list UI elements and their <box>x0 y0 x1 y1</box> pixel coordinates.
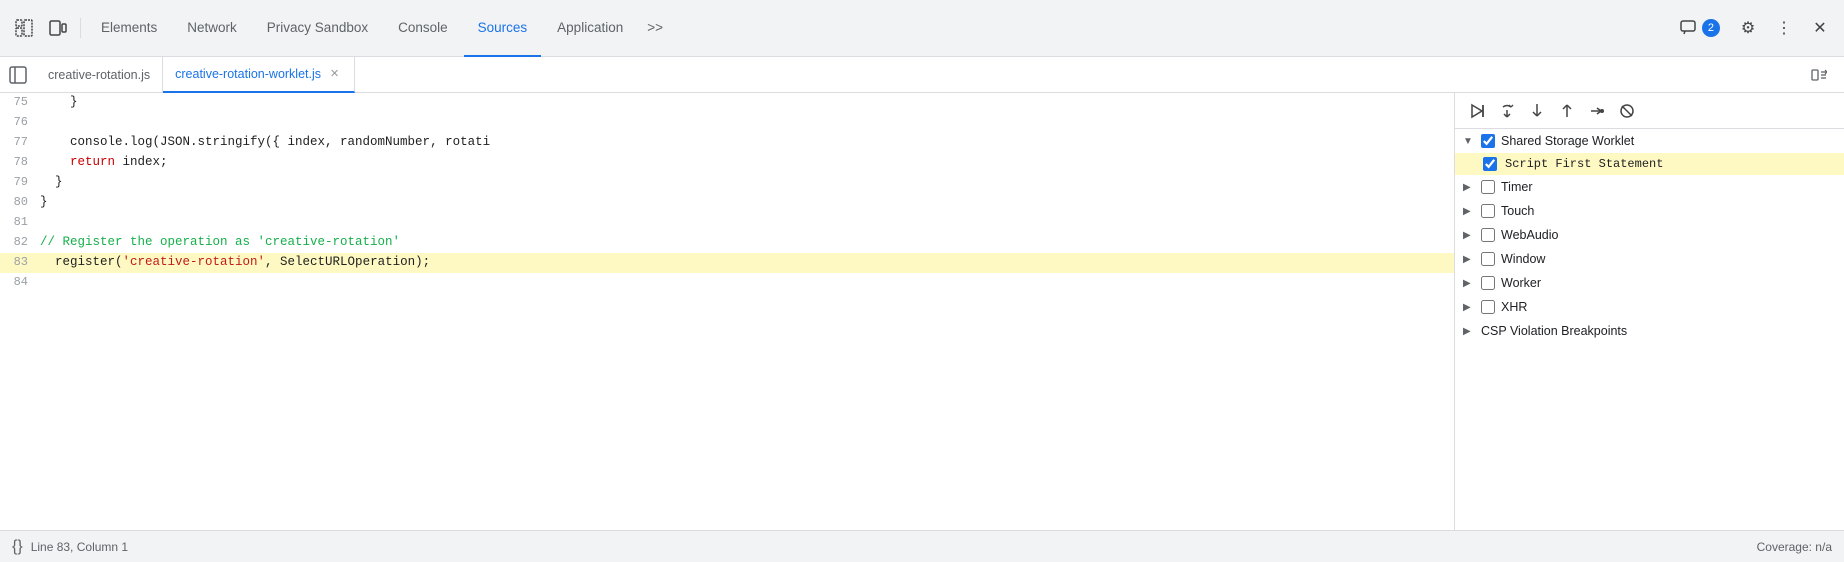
code-line-79: 79 } <box>0 173 1454 193</box>
chevron-right-icon-worker: ▶ <box>1463 278 1475 289</box>
bp-group-shared-storage[interactable]: ▼ Shared Storage Worklet <box>1455 129 1844 153</box>
close-tab-button[interactable]: ✕ <box>327 66 342 81</box>
tab-network[interactable]: Network <box>173 0 251 57</box>
file-tab-creative-rotation[interactable]: creative-rotation.js <box>36 57 163 93</box>
toolbar-separator <box>80 18 81 38</box>
code-line-80: 80 } <box>0 193 1454 213</box>
file-tabs-right <box>1806 62 1840 88</box>
step-over-icon <box>1499 103 1515 119</box>
chevron-right-icon-xhr: ▶ <box>1463 302 1475 313</box>
close-devtools-button[interactable]: ✕ <box>1804 12 1836 44</box>
code-line-82: 82 // Register the operation as 'creativ… <box>0 233 1454 253</box>
chevron-right-icon-timer: ▶ <box>1463 182 1475 193</box>
bp-touch-checkbox[interactable] <box>1481 204 1495 218</box>
toolbar-right-actions: 2 ⚙ ⋮ ✕ <box>1672 12 1836 44</box>
sidebar-icon <box>9 66 27 84</box>
panel-icon <box>1811 67 1827 83</box>
code-line-81: 81 <box>0 213 1454 233</box>
cursor-position: Line 83, Column 1 <box>31 540 128 554</box>
step-out-button[interactable] <box>1553 97 1581 125</box>
device-icon <box>49 19 67 37</box>
tab-sources[interactable]: Sources <box>464 0 542 57</box>
code-line-75: 75 } <box>0 93 1454 113</box>
bp-group-touch[interactable]: ▶ Touch <box>1455 199 1844 223</box>
code-line-78: 78 return index; <box>0 153 1454 173</box>
step-out-icon <box>1559 103 1575 119</box>
bp-group-window[interactable]: ▶ Window <box>1455 247 1844 271</box>
bp-xhr-checkbox[interactable] <box>1481 300 1495 314</box>
bp-shared-storage-checkbox[interactable] <box>1481 134 1495 148</box>
bp-webaudio-checkbox[interactable] <box>1481 228 1495 242</box>
code-lines: 75 } 76 77 console.log(JSON.stringify({ … <box>0 93 1454 293</box>
bp-group-csp[interactable]: ▶ CSP Violation Breakpoints <box>1455 319 1844 343</box>
tab-console[interactable]: Console <box>384 0 462 57</box>
tab-more[interactable]: >> <box>639 0 671 57</box>
step-into-button[interactable] <box>1523 97 1551 125</box>
status-bar: {} Line 83, Column 1 Coverage: n/a <box>0 530 1844 562</box>
deactivate-icon <box>1619 103 1635 119</box>
code-line-83: 83 register('creative-rotation', SelectU… <box>0 253 1454 273</box>
deactivate-breakpoints-button[interactable] <box>1613 97 1641 125</box>
resume-icon <box>1469 103 1485 119</box>
code-line-76: 76 <box>0 113 1454 133</box>
chevron-right-icon-webaudio: ▶ <box>1463 230 1475 241</box>
inspect-icon <box>15 19 33 37</box>
code-line-77: 77 console.log(JSON.stringify({ index, r… <box>0 133 1454 153</box>
more-vert-icon: ⋮ <box>1776 18 1792 38</box>
status-left: {} Line 83, Column 1 <box>12 538 128 556</box>
more-options-button[interactable]: ⋮ <box>1768 12 1800 44</box>
close-icon: ✕ <box>1813 18 1826 38</box>
bp-timer-checkbox[interactable] <box>1481 180 1495 194</box>
bp-group-webaudio[interactable]: ▶ WebAudio <box>1455 223 1844 247</box>
breakpoints-section: ▼ Shared Storage Worklet Script First St… <box>1455 129 1844 343</box>
step-icon <box>1589 103 1605 119</box>
debug-toolbar <box>1455 93 1844 129</box>
code-panel[interactable]: 75 } 76 77 console.log(JSON.stringify({ … <box>0 93 1454 530</box>
chat-badge: 2 <box>1702 19 1720 37</box>
step-into-icon <box>1529 103 1545 119</box>
gear-icon: ⚙ <box>1741 18 1755 38</box>
chevron-down-icon: ▼ <box>1463 136 1475 147</box>
bp-group-timer[interactable]: ▶ Timer <box>1455 175 1844 199</box>
tab-privacy-sandbox[interactable]: Privacy Sandbox <box>253 0 382 57</box>
inspect-icon-btn[interactable] <box>8 12 40 44</box>
main-area: 75 } 76 77 console.log(JSON.stringify({ … <box>0 93 1844 530</box>
format-panel-button[interactable] <box>1806 62 1832 88</box>
chevron-right-icon-touch: ▶ <box>1463 206 1475 217</box>
code-line-84: 84 <box>0 273 1454 293</box>
bp-item-script-first-statement[interactable]: Script First Statement <box>1455 153 1844 175</box>
bp-worker-checkbox[interactable] <box>1481 276 1495 290</box>
chevron-right-icon-csp: ▶ <box>1463 326 1475 337</box>
file-tabs-row: creative-rotation.js creative-rotation-w… <box>0 57 1844 93</box>
bp-window-checkbox[interactable] <box>1481 252 1495 266</box>
device-toggle-btn[interactable] <box>42 12 74 44</box>
file-tab-worklet[interactable]: creative-rotation-worklet.js ✕ <box>163 57 355 93</box>
chat-button[interactable]: 2 <box>1672 15 1728 41</box>
bp-group-xhr[interactable]: ▶ XHR <box>1455 295 1844 319</box>
tab-application[interactable]: Application <box>543 0 637 57</box>
devtools-toolbar: Elements Network Privacy Sandbox Console… <box>0 0 1844 57</box>
step-button[interactable] <box>1583 97 1611 125</box>
chat-icon <box>1680 19 1698 37</box>
format-icon[interactable]: {} <box>12 538 23 556</box>
right-panel: ▼ Shared Storage Worklet Script First St… <box>1454 93 1844 530</box>
bp-script-first-stmt-checkbox[interactable] <box>1483 157 1497 171</box>
coverage-status: Coverage: n/a <box>1757 540 1832 554</box>
tab-elements[interactable]: Elements <box>87 0 171 57</box>
bp-group-worker[interactable]: ▶ Worker <box>1455 271 1844 295</box>
chevron-right-icon-window: ▶ <box>1463 254 1475 265</box>
resume-button[interactable] <box>1463 97 1491 125</box>
sidebar-toggle-button[interactable] <box>4 61 32 89</box>
step-over-button[interactable] <box>1493 97 1521 125</box>
settings-button[interactable]: ⚙ <box>1732 12 1764 44</box>
